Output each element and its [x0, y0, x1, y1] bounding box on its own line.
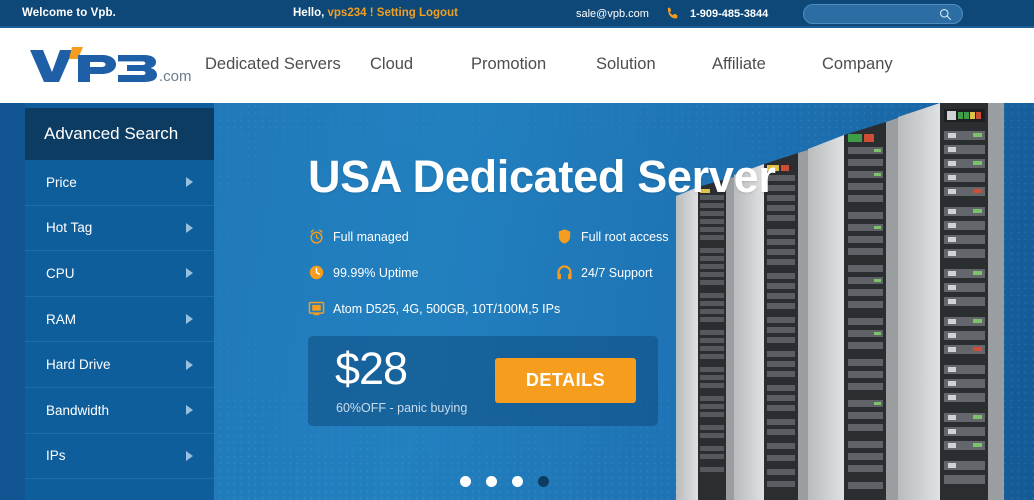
carousel-dot-1[interactable]	[460, 476, 471, 487]
details-button[interactable]: DETAILS	[495, 358, 636, 403]
chevron-right-icon	[186, 359, 193, 370]
carousel-dot-3[interactable]	[512, 476, 523, 487]
chevron-right-icon	[186, 405, 193, 416]
feature-support: 24/7 Support	[556, 264, 653, 281]
main-navigation-bar: .com Dedicated Servers Cloud Promotion S…	[0, 28, 1034, 101]
sidebar-item-cpu[interactable]: CPU	[25, 251, 214, 297]
sidebar-item-label: RAM	[46, 311, 76, 327]
sidebar-item-price[interactable]: Price	[25, 160, 214, 206]
greeting-separator: !	[369, 7, 374, 19]
price-box: $28 60%OFF - panic buying DETAILS	[308, 336, 658, 426]
carousel-dot-4[interactable]	[538, 476, 549, 487]
sidebar-item-label: Price	[46, 174, 77, 190]
carousel-dots	[460, 476, 549, 487]
page-title: USA Dedicated Server	[308, 151, 776, 202]
nav-item-dedicated-servers[interactable]: Dedicated Servers	[205, 55, 370, 74]
feature-full-managed: Full managed	[308, 228, 409, 245]
feature-label: Full managed	[333, 229, 409, 244]
sidebar-item-hot-tag[interactable]: Hot Tag	[25, 206, 214, 252]
nav-item-promotion[interactable]: Promotion	[471, 55, 596, 74]
logout-link[interactable]: Logout	[419, 7, 458, 19]
nav-item-solution[interactable]: Solution	[596, 55, 712, 74]
alarm-clock-icon	[308, 228, 325, 245]
search-icon[interactable]	[938, 7, 953, 22]
phone-number[interactable]: 1-909-485-3844	[690, 8, 768, 20]
svg-text:.com: .com	[159, 68, 192, 85]
feature-list: Full managed Full root access 99.99% Upt…	[308, 228, 680, 336]
headset-icon	[556, 264, 573, 281]
feature-label: 24/7 Support	[581, 265, 653, 280]
nav-item-cloud[interactable]: Cloud	[370, 55, 471, 74]
sidebar-header: Advanced Search	[25, 108, 214, 160]
top-utility-bar: Welcome to Vpb. Hello, vps234 ! Setting …	[0, 0, 1034, 28]
chevron-right-icon	[186, 450, 193, 461]
sidebar-item-label: Bandwidth	[46, 402, 110, 418]
search-box[interactable]	[803, 4, 963, 24]
phone-icon	[665, 6, 681, 22]
feature-row: Full managed Full root access	[308, 228, 680, 264]
monitor-icon	[308, 300, 325, 317]
feature-label: Full root access	[581, 229, 669, 244]
user-greeting: Hello, vps234 ! Setting Logout	[293, 7, 458, 19]
sidebar-item-bandwidth[interactable]: Bandwidth	[25, 388, 214, 434]
advanced-search-sidebar: Advanced Search Price Hot Tag CPU RAM Ha…	[25, 103, 214, 500]
nav-item-company[interactable]: Company	[822, 55, 932, 74]
shield-icon	[556, 228, 573, 245]
chevron-right-icon	[186, 222, 193, 233]
welcome-text: Welcome to Vpb.	[22, 7, 116, 19]
sidebar-item-label: IPs	[46, 448, 66, 464]
sidebar-item-label: CPU	[46, 265, 75, 281]
chevron-right-icon	[186, 314, 193, 325]
site-logo[interactable]: .com	[26, 42, 201, 86]
nav-item-affiliate[interactable]: Affiliate	[712, 55, 822, 74]
feature-row: Atom D525, 4G, 500GB, 10T/100M,5 IPs	[308, 300, 680, 336]
left-edge-strip	[0, 103, 25, 500]
sidebar-item-label: Hot Tag	[46, 220, 93, 236]
feature-full-root-access: Full root access	[556, 228, 669, 245]
feature-specs: Atom D525, 4G, 500GB, 10T/100M,5 IPs	[308, 300, 560, 317]
nav-items: Dedicated Servers Cloud Promotion Soluti…	[205, 28, 932, 101]
sidebar-item-ram[interactable]: RAM	[25, 297, 214, 343]
sidebar-item-hard-drive[interactable]: Hard Drive	[25, 342, 214, 388]
hero-banner: Advanced Search Price Hot Tag CPU RAM Ha…	[0, 103, 1034, 500]
username-label: vps234	[327, 7, 367, 19]
sidebar-item-ips[interactable]: IPs	[25, 434, 214, 480]
feature-label: Atom D525, 4G, 500GB, 10T/100M,5 IPs	[333, 301, 561, 316]
sidebar-item-label: Hard Drive	[46, 357, 111, 373]
carousel-dot-2[interactable]	[486, 476, 497, 487]
sidebar-item-partial[interactable]	[25, 479, 214, 500]
feature-label: 99.99% Uptime	[333, 265, 419, 280]
price-subtitle: 60%OFF - panic buying	[336, 401, 468, 415]
feature-row: 99.99% Uptime 24/7 Support	[308, 264, 680, 300]
price-amount: $28	[335, 343, 408, 394]
email-link[interactable]: sale@vpb.com	[576, 8, 649, 20]
greeting-prefix: Hello,	[293, 7, 325, 19]
setting-link[interactable]: Setting	[377, 7, 416, 19]
search-input[interactable]	[814, 7, 932, 22]
sidebar-list: Price Hot Tag CPU RAM Hard Drive Bandwid…	[25, 160, 214, 500]
chevron-right-icon	[186, 268, 193, 279]
clock-icon	[308, 264, 325, 281]
feature-uptime: 99.99% Uptime	[308, 264, 418, 281]
chevron-right-icon	[186, 177, 193, 188]
